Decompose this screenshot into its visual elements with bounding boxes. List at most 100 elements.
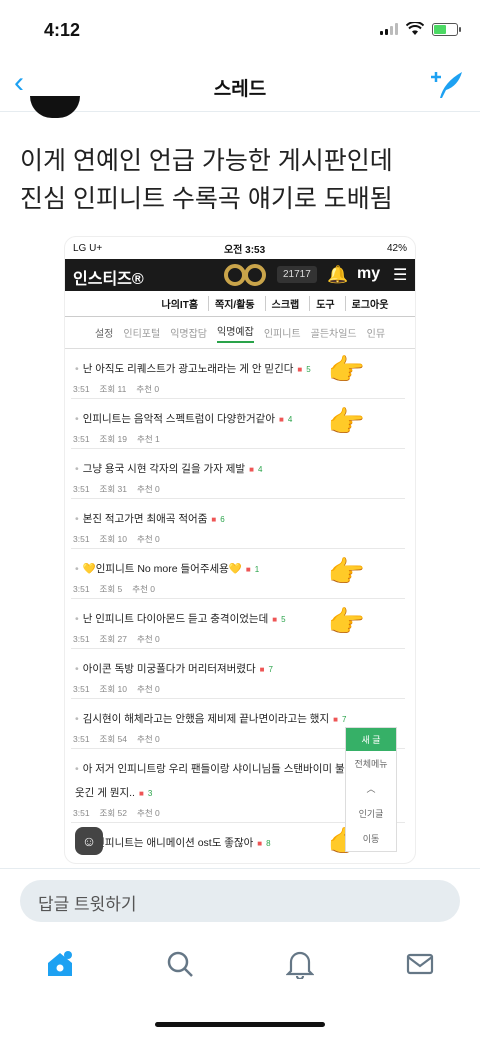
- image-floating-menu: 새 글 전체메뉴 ︿ 인기글 이동: [345, 727, 397, 852]
- image-menu-item: 나의IT홈: [161, 300, 199, 311]
- post-title: 아이콘 독방 미궁폴다가 머리터져버렸다: [82, 663, 256, 675]
- post-views: 조회 54: [99, 734, 128, 744]
- image-popular: 인기글: [358, 809, 384, 819]
- post-time: 3:51: [73, 434, 90, 444]
- tab-notifications[interactable]: [270, 939, 330, 989]
- pointing-hand-icon: 👉: [327, 606, 365, 639]
- image-tabs: 설정 인티포털 익명잡담 익명예잡 인피니트 골든차일드 인뮤: [65, 317, 415, 349]
- post-recs: 추천 0: [137, 734, 160, 744]
- post-title-cont: 웃긴 게 뭔지..: [75, 787, 135, 799]
- bell-icon: [286, 951, 314, 979]
- post-time: 3:51: [73, 384, 90, 394]
- image-menu-item: 로그아웃: [344, 296, 395, 311]
- comment-count: 4: [257, 465, 263, 474]
- comment-count: 5: [306, 365, 311, 374]
- tab-messages[interactable]: [390, 939, 450, 989]
- list-item: • 난 인피니트 다이아몬드 듣고 충격이었는데 ■ 5 3:51 조회 27 추천 0 …: [71, 599, 405, 649]
- image-tab: 골든차일드: [310, 329, 357, 340]
- post-title: 아 저거 인피니트랑 우리 팬들이랑 샤이니님들 스탠바이미 불렀을 때: [82, 763, 377, 775]
- comment-count: 1: [254, 565, 260, 574]
- status-bar: 4:12: [0, 0, 480, 58]
- post-views: 조회 19: [99, 434, 128, 444]
- comment-count: 3: [147, 789, 153, 798]
- compose-feather-icon: [431, 72, 462, 98]
- image-new-post: 새 글: [346, 728, 396, 751]
- compose-tweet-button[interactable]: [430, 68, 464, 105]
- post-recs: 추천 0: [136, 384, 160, 394]
- image-carrier: LG U+: [73, 242, 103, 254]
- post-time: 3:51: [73, 634, 90, 644]
- image-tab: 인피니트: [263, 329, 301, 340]
- image-site-header: 인스티즈® 21717 🔔 my ☰: [65, 259, 415, 291]
- signal-icon: [380, 23, 398, 35]
- list-item: • 난 아직도 리퀘스트가 광고노래라는 게 안 믿긴다 ■ 5 3:51 조회 11 추…: [71, 349, 405, 399]
- home-indicator: [155, 1022, 325, 1027]
- pointing-hand-icon: 👉: [327, 354, 365, 387]
- hamburger-icon: ☰: [393, 267, 408, 284]
- tweet-text: 이게 연예인 언급 가능한 게시판인데 진심 인피니트 수록곡 얘기로 도배됨: [20, 142, 460, 218]
- post-title: 난 아직도 리퀘스트가 광고노래라는 게 안 믿긴다: [82, 363, 294, 375]
- comment-count: 8: [266, 839, 271, 848]
- post-views: 조회 10: [99, 684, 128, 694]
- comment-count: 7: [268, 665, 273, 674]
- status-time: 4:12: [44, 20, 81, 40]
- image-move: 이동: [362, 834, 380, 844]
- image-menu-item: 도구: [309, 296, 340, 311]
- list-item: • 💛인피니트 No more 들어주세용💛 ■ 1 3:51 조회 5 추천 0 👉: [71, 549, 405, 599]
- post-views: 조회 11: [99, 384, 127, 394]
- post-recs: 추천 0: [132, 584, 156, 594]
- post-recs: 추천 0: [137, 634, 160, 644]
- avatar[interactable]: [30, 96, 80, 118]
- wifi-icon: [406, 22, 424, 35]
- battery-icon: [432, 22, 461, 36]
- post-views: 조회 5: [99, 584, 123, 594]
- post-title: 대 인피니트는 애니메이션 ost도 좋잖아: [82, 837, 254, 849]
- list-item: • 본진 적고가면 최애곡 적어줌 ■ 6 3:51 조회 10 추천 0: [71, 499, 405, 549]
- reply-input[interactable]: 답글 트윗하기: [20, 880, 460, 922]
- tweet-line-2: 진심 인피니트 수록곡 얘기로 도배됨: [20, 185, 393, 213]
- comment-count: 4: [287, 415, 293, 424]
- reply-bar: 답글 트윗하기: [0, 868, 480, 930]
- post-time: 3:51: [73, 584, 90, 594]
- post-title: 💛인피니트 No more 들어주세용💛: [82, 563, 242, 575]
- post-title: 인피니트는 음악적 스펙트럼이 다양한거같아: [82, 413, 275, 425]
- image-all-menu: 전체메뉴: [354, 759, 388, 769]
- list-item: • 인피니트는 음악적 스펙트럼이 다양한거같아 ■ 4 3:51 조회 19 추천 1 …: [71, 399, 405, 449]
- post-time: 3:51: [73, 734, 90, 744]
- post-time: 3:51: [73, 684, 90, 694]
- post-views: 조회 10: [99, 534, 128, 544]
- tweet-line-1: 이게 연예인 언급 가능한 게시판인데: [20, 147, 393, 175]
- pointing-hand-icon: 👉: [327, 556, 365, 589]
- post-recs: 추천 0: [137, 484, 160, 494]
- comment-count: 5: [281, 615, 286, 624]
- image-menu: 나의IT홈 쪽지/활동 스크랩 도구 로그아웃: [65, 291, 415, 317]
- image-tab: 설정: [94, 329, 114, 340]
- image-battery: 42%: [386, 242, 407, 254]
- image-tab: 인티포털: [123, 329, 161, 340]
- post-time: 3:51: [73, 484, 90, 494]
- image-tab: 익명잡담: [170, 329, 207, 340]
- tab-search[interactable]: [150, 939, 210, 989]
- image-count: 21717: [277, 266, 317, 283]
- chevron-up-icon: ︿: [366, 784, 376, 794]
- list-item: • 아이콘 독방 미궁폴다가 머리터져버렸다 ■ 7 3:51 조회 10 추천 0: [71, 649, 405, 699]
- list-item: • 그냥 용국 시현 각자의 길을 가자 제발 ■ 4 3:51 조회 31 추천 0: [71, 449, 405, 499]
- post-title: 난 인피니트 다이아몬드 듣고 충격이었는데: [82, 613, 269, 625]
- post-recs: 추천 0: [137, 684, 160, 694]
- image-my: my: [357, 265, 381, 282]
- post-recs: 추천 1: [137, 434, 160, 444]
- smiley-icon: ☺: [75, 827, 103, 855]
- image-brand: 인스티즈®: [73, 271, 144, 288]
- attached-image[interactable]: LG U+ 오전 3:53 42% 인스티즈® 21717 🔔 my ☰ 나의I…: [64, 236, 416, 864]
- bottom-tab-bar: [0, 930, 480, 998]
- notification-dot: [64, 951, 72, 959]
- tab-home[interactable]: [30, 939, 90, 989]
- comment-count: 7: [341, 715, 347, 724]
- mail-icon: [406, 953, 434, 975]
- image-status-bar: LG U+ 오전 3:53 42%: [65, 237, 415, 259]
- post-views: 조회 31: [99, 484, 128, 494]
- image-menu-item: 스크랩: [264, 296, 306, 311]
- search-icon: [167, 951, 193, 977]
- image-tab: 인뮤: [366, 329, 386, 340]
- bell-icon: 🔔: [327, 265, 349, 284]
